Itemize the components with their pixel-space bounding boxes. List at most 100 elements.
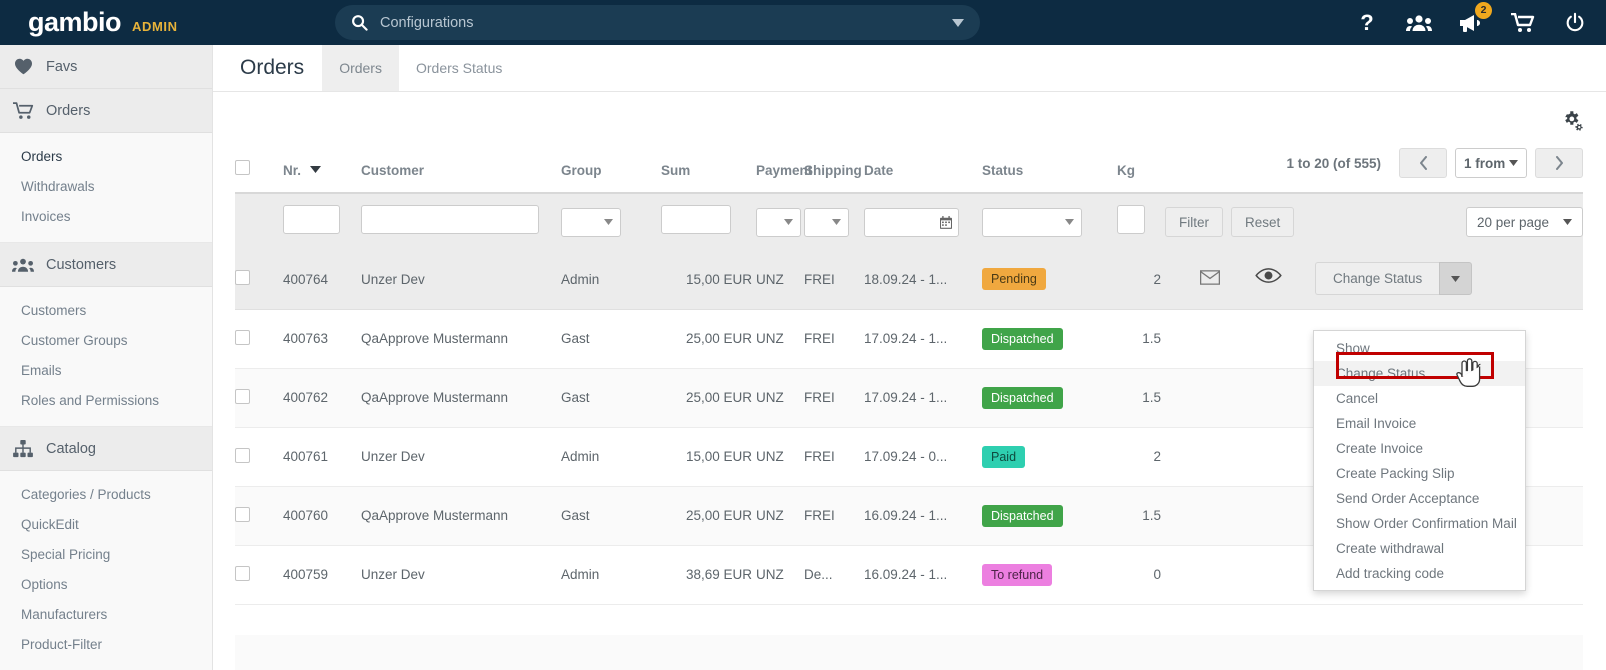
filter-sum-input[interactable] [661,205,731,234]
pagination-next-button[interactable] [1535,148,1583,178]
sidebar-subitems-catalog: Categories / Products QuickEdit Special … [0,471,212,670]
sidebar-group-catalog[interactable]: Catalog [0,427,212,471]
top-icon-group: ? 2 [1354,0,1588,45]
filter-payment-select[interactable] [756,207,801,237]
eye-icon[interactable] [1255,267,1282,287]
sidebar-item-manufacturers[interactable]: Manufacturers [0,600,212,630]
filter-nr-input[interactable] [283,205,340,234]
col-header-status[interactable]: Status [982,148,1117,194]
row-checkbox[interactable] [235,270,250,286]
tab-orders-status[interactable]: Orders Status [399,45,519,91]
help-icon[interactable]: ? [1354,10,1380,36]
cell-payment: UNZ [756,309,804,369]
global-search[interactable]: Configurations [335,5,980,40]
menu-item-create-invoice[interactable]: Create Invoice [1314,436,1525,461]
power-icon[interactable] [1562,10,1588,36]
sidebar: Favs Orders Orders Withdrawals Invoices [0,45,213,670]
col-header-kg[interactable]: Kg [1117,148,1165,194]
sidebar-item-quickedit[interactable]: QuickEdit [0,510,212,540]
filter-kg-input[interactable] [1117,205,1145,234]
tab-orders[interactable]: Orders [322,45,399,91]
sidebar-item-special-pricing[interactable]: Special Pricing [0,540,212,570]
search-input[interactable]: Configurations [380,15,952,31]
col-header-nr[interactable]: Nr. [283,148,361,194]
menu-item-create-packing-slip[interactable]: Create Packing Slip [1314,461,1525,486]
cell-date: 16.09.24 - 1... [864,486,982,546]
filter-group-select[interactable] [561,207,621,237]
cell-customer: QaApprove Mustermann [361,368,561,428]
cell-date: 18.09.24 - 1... [864,250,982,310]
sidebar-group-customers[interactable]: Customers [0,243,212,287]
row-checkbox[interactable] [235,447,250,463]
sidebar-item-customer-groups[interactable]: Customer Groups [0,326,212,356]
row-checkbox-cell [235,309,283,369]
cell-sum: 38,69 EUR [661,545,756,605]
menu-item-show[interactable]: Show [1314,336,1525,361]
change-status-dropdown-toggle[interactable] [1439,262,1473,295]
per-page-select[interactable]: 20 per page [1465,207,1583,237]
menu-item-add-tracking-code[interactable]: Add tracking code [1314,561,1525,586]
announcements-icon[interactable]: 2 [1458,1,1492,36]
gears-icon[interactable] [1560,109,1584,136]
table-row[interactable]: 400764 Unzer Dev Admin 15,00 EUR UNZ FRE… [235,250,1583,310]
row-checkbox[interactable] [235,565,250,581]
col-header-payment[interactable]: Payment [756,148,812,194]
col-header-group[interactable]: Group [561,148,661,194]
col-header-nr-label: Nr. [283,163,302,178]
row-checkbox[interactable] [235,506,250,522]
cell-kg: 1.5 [1117,486,1165,546]
pagination-page-select[interactable]: 1 from [1455,148,1527,178]
filter-button[interactable]: Filter [1165,207,1223,237]
row-checkbox[interactable] [235,329,250,345]
cell-sum: 25,00 EUR [661,368,756,428]
col-header-date[interactable]: Date [864,148,982,194]
filter-shipping-select[interactable] [804,207,849,237]
menu-item-send-order-acceptance[interactable]: Send Order Acceptance [1314,486,1525,511]
sidebar-group-orders[interactable]: Orders [0,89,212,133]
cell-kg: 0 [1117,545,1165,605]
filter-cell-shipping [804,193,864,250]
filter-status-select[interactable] [982,207,1082,237]
change-status-button[interactable]: Change Status [1315,262,1440,295]
sidebar-item-emails[interactable]: Emails [0,356,212,386]
cell-nr: 400764 [283,250,361,310]
pagination-prev-button[interactable] [1399,148,1447,178]
per-page-label: 20 per page [1476,214,1549,230]
filter-customer-input[interactable] [361,205,539,234]
sidebar-item-product-filter[interactable]: Product-Filter [0,630,212,660]
sidebar-item-options[interactable]: Options [0,570,212,600]
sidebar-item-categories-products[interactable]: Categories / Products [0,480,212,510]
sidebar-group-favs[interactable]: Favs [0,45,212,89]
cart-icon[interactable] [1510,10,1536,36]
row-checkbox[interactable] [235,388,250,404]
calendar-icon [940,215,952,229]
mail-icon[interactable] [1199,270,1221,288]
sidebar-group-label-customers: Customers [46,256,117,273]
select-all-checkbox[interactable] [235,160,250,175]
menu-item-email-invoice[interactable]: Email Invoice [1314,411,1525,436]
cell-nr: 400759 [283,545,361,605]
cell-status: Pending [982,250,1117,310]
brand-logo: gambio [28,7,122,37]
sidebar-item-withdrawals[interactable]: Withdrawals [0,172,212,202]
sidebar-item-roles-and-permissions[interactable]: Roles and Permissions [0,386,212,416]
search-dropdown-icon[interactable] [952,14,964,32]
sidebar-item-orders[interactable]: Orders [0,142,212,172]
menu-item-create-withdrawal[interactable]: Create withdrawal [1314,536,1525,561]
sidebar-item-invoices[interactable]: Invoices [0,202,212,232]
filter-row: Filter Reset 20 per page [235,193,1583,250]
reset-button[interactable]: Reset [1231,207,1295,237]
menu-item-change-status[interactable]: Change Status [1314,361,1525,386]
menu-item-show-order-confirmation-mail[interactable]: Show Order Confirmation Mail [1314,511,1525,536]
col-header-shipping[interactable]: Shipping [804,148,864,194]
users-icon[interactable] [1406,10,1432,36]
filter-date-input[interactable] [864,207,959,237]
sidebar-group-label-orders: Orders [46,102,91,119]
col-header-customer[interactable]: Customer [361,148,561,194]
brand[interactable]: gambio ADMIN [0,7,178,38]
caret-down-icon [1509,160,1518,166]
sidebar-item-customers[interactable]: Customers [0,296,212,326]
col-header-sum[interactable]: Sum [661,148,756,194]
menu-item-cancel[interactable]: Cancel [1314,386,1525,411]
change-status-split-button: Change Status [1315,262,1473,295]
